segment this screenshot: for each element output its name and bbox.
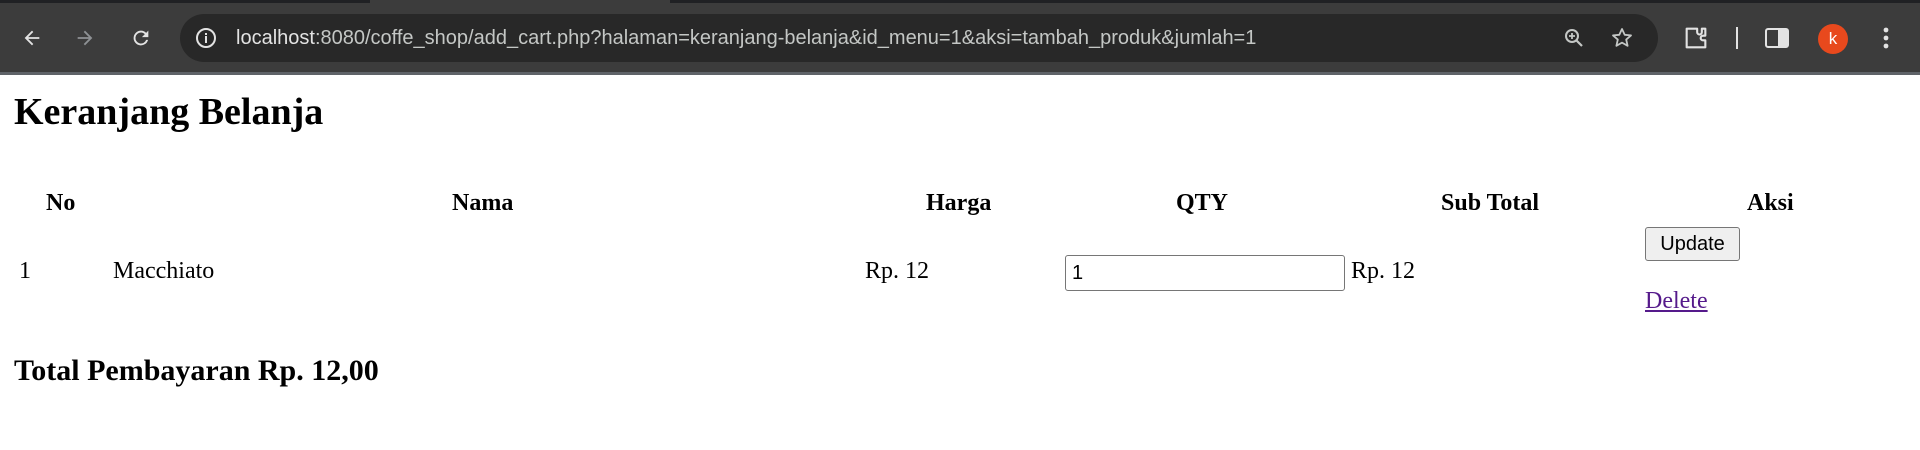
bookmark-star-icon[interactable] xyxy=(1610,26,1634,50)
header-subtotal: Sub Total xyxy=(1441,190,1540,216)
header-no: No xyxy=(46,190,76,216)
qty-input[interactable] xyxy=(1065,255,1345,291)
kebab-menu-icon[interactable] xyxy=(1874,24,1898,52)
forward-button[interactable] xyxy=(67,20,103,56)
profile-avatar[interactable]: k xyxy=(1818,24,1848,54)
toolbar-bottom-border xyxy=(0,72,1920,75)
total-payment: Total Pembayaran Rp. 12,00 xyxy=(14,354,379,387)
url-path: :8080/coffe_shop/add_cart.php?halaman=ke… xyxy=(314,27,1257,49)
cell-no: 1 xyxy=(19,258,31,284)
tab-strip xyxy=(0,0,1920,3)
extensions-icon[interactable] xyxy=(1682,24,1710,52)
address-bar[interactable]: localhost:8080/coffe_shop/add_cart.php?h… xyxy=(180,14,1658,62)
url-host: localhost xyxy=(236,27,315,49)
back-arrow-icon xyxy=(24,30,40,46)
update-button[interactable]: Update xyxy=(1645,227,1740,261)
reload-icon xyxy=(133,30,149,46)
back-button[interactable] xyxy=(14,20,50,56)
delete-link[interactable]: Delete xyxy=(1645,288,1708,315)
header-nama: Nama xyxy=(452,190,514,216)
header-harga: Harga xyxy=(926,190,992,216)
header-aksi: Aksi xyxy=(1747,190,1794,216)
page-title: Keranjang Belanja xyxy=(14,91,324,133)
reload-button[interactable] xyxy=(123,20,159,56)
zoom-icon[interactable] xyxy=(1562,26,1586,50)
url-text[interactable]: localhost:8080/coffe_shop/add_cart.php?h… xyxy=(236,14,1256,62)
active-tab[interactable] xyxy=(370,0,670,3)
header-qty: QTY xyxy=(1176,190,1229,216)
cell-nama: Macchiato xyxy=(113,258,215,284)
cell-harga: Rp. 12 xyxy=(865,258,930,284)
site-info-icon[interactable] xyxy=(194,26,218,50)
toolbar-separator xyxy=(1736,27,1738,49)
forward-arrow-icon xyxy=(77,30,93,46)
browser-toolbar: localhost:8080/coffe_shop/add_cart.php?h… xyxy=(0,0,1920,75)
cell-subtotal: Rp. 12 xyxy=(1351,258,1416,284)
side-panel-icon[interactable] xyxy=(1764,26,1790,50)
